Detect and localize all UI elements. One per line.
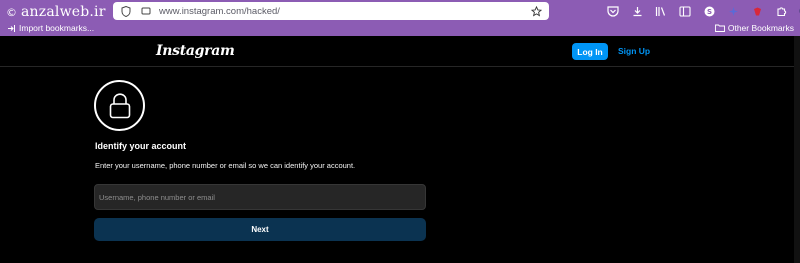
page-scrollbar[interactable] — [794, 36, 800, 263]
folder-icon — [714, 24, 725, 32]
url-text[interactable]: www.instagram.com/hacked/ — [159, 6, 523, 17]
watermark: © anzalweb.ir — [6, 4, 106, 20]
svg-text:S: S — [706, 8, 711, 16]
browser-chrome: © anzalweb.ir www.instagram.com/hacked/ … — [0, 0, 800, 36]
bookmarks-bar: Import bookmarks... Other Bookmarks — [0, 20, 800, 36]
toolbar-icons: S — [606, 3, 800, 19]
extension-puzzle-blue-icon[interactable] — [726, 4, 740, 18]
shield-icon[interactable] — [119, 4, 133, 18]
login-button[interactable]: Log In — [572, 43, 608, 60]
sidebar-icon[interactable] — [678, 4, 692, 18]
instagram-header: Instagram Log In Sign Up — [0, 36, 800, 67]
address-bar[interactable]: www.instagram.com/hacked/ — [113, 2, 549, 20]
import-icon — [8, 24, 15, 32]
download-icon[interactable] — [630, 4, 644, 18]
other-bookmarks-folder[interactable]: Other Bookmarks — [714, 23, 794, 33]
watermark-brand: anzalweb.ir — [21, 4, 106, 20]
extensions-puzzle-icon[interactable] — [774, 4, 788, 18]
other-bookmarks-label: Other Bookmarks — [727, 23, 794, 33]
instagram-logo[interactable]: Instagram — [156, 43, 235, 59]
copyright-symbol: © — [6, 5, 17, 19]
extension-red-icon[interactable] — [750, 4, 764, 18]
pocket-icon[interactable] — [606, 4, 620, 18]
username-input[interactable] — [94, 184, 426, 210]
lock-icon — [94, 80, 145, 131]
page-info-icon[interactable] — [139, 4, 153, 18]
page-description: Enter your username, phone number or ema… — [95, 161, 356, 170]
extension-s-icon[interactable]: S — [702, 4, 716, 18]
library-icon[interactable] — [654, 4, 668, 18]
import-bookmarks-label: Import bookmarks... — [19, 23, 95, 33]
page-title: Identify your account — [95, 141, 187, 151]
signup-link[interactable]: Sign Up — [618, 46, 650, 56]
bookmark-star-icon[interactable] — [529, 4, 543, 18]
next-button[interactable]: Next — [94, 218, 426, 241]
import-bookmarks-link[interactable]: Import bookmarks... — [7, 23, 94, 33]
